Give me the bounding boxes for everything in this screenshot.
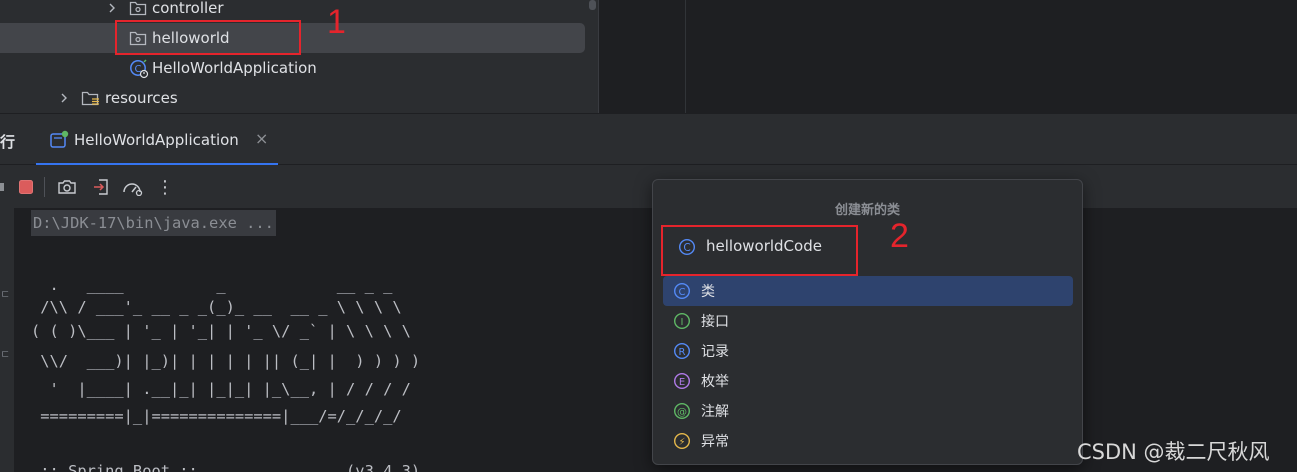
tree-item-label: controller [152, 0, 224, 17]
svg-text:C: C [679, 287, 686, 298]
tree-item-label: HelloWorldApplication [152, 59, 317, 77]
new-class-popup: 创建新的类 C helloworldCode C 类 I 接口 R 记录 E 枚举 @ 注解 ⚡ 异常 [652, 179, 1083, 465]
chevron-right-icon[interactable] [57, 91, 71, 105]
exception-icon: ⚡ [673, 432, 691, 450]
kind-label: 记录 [701, 344, 729, 360]
toolbar-separator [44, 177, 45, 197]
camera-icon[interactable] [55, 175, 79, 199]
annotation-number-1: 1 [327, 3, 346, 41]
gutter-mark: ㄷ [0, 348, 11, 361]
kind-label: 接口 [701, 314, 729, 330]
svg-text:⚡: ⚡ [678, 437, 685, 448]
interface-icon: I [673, 312, 691, 330]
gutter-mark: ㄷ [0, 288, 11, 301]
console-line: =========|_|==============|___/=/_/_/_/ [31, 407, 402, 425]
annotation-box-1 [115, 20, 301, 55]
kind-label: 注解 [701, 404, 729, 420]
spring-boot-class-icon: C [129, 59, 149, 79]
tree-item-label: resources [105, 89, 178, 107]
kind-item-exception[interactable]: ⚡ 异常 [663, 426, 1073, 456]
resources-folder-icon [81, 89, 99, 107]
close-icon[interactable]: × [255, 129, 268, 148]
console-line: :: Spring Boot :: (v3.4.3) [31, 462, 421, 472]
kind-item-annotation[interactable]: @ 注解 [663, 396, 1073, 426]
package-folder-icon [129, 0, 147, 17]
run-panel-title: 行 [0, 133, 16, 151]
tree-item-hello-world-application[interactable]: C HelloWorldApplication [0, 53, 585, 83]
run-console-output[interactable]: ㄷ ㄷ D:\JDK-17\bin\java.exe ... . ____ _ … [0, 208, 1297, 472]
kind-label: 类 [701, 284, 715, 300]
kind-item-record[interactable]: R 记录 [663, 336, 1073, 366]
run-toolbar: ⋮ [0, 165, 1297, 208]
svg-text:I: I [681, 317, 684, 328]
kind-item-enum[interactable]: E 枚举 [663, 366, 1073, 396]
annotation-icon: @ [673, 402, 691, 420]
tree-item-resources[interactable]: resources [0, 83, 585, 113]
stop-icon[interactable] [14, 175, 38, 199]
run-tool-window-header: 行 HelloWorldApplication × [0, 113, 1297, 165]
tab-hello-world-application[interactable]: HelloWorldApplication × [36, 114, 278, 165]
console-line: \\/ ___)| |_)| | | | | || (_| | ) ) ) ) [31, 352, 421, 370]
tab-label: HelloWorldApplication [74, 131, 239, 149]
kind-item-class[interactable]: C类 [663, 276, 1073, 306]
svg-text:@: @ [677, 407, 687, 418]
run-configuration-icon [49, 130, 69, 150]
project-tree: controller helloworld C HelloWorldApplic… [0, 0, 598, 113]
editor-area[interactable] [598, 0, 1297, 113]
scrollbar-thumb[interactable] [589, 0, 596, 10]
more-options-icon[interactable]: ⋮ [153, 175, 177, 199]
annotation-box-2 [661, 225, 858, 276]
class-icon: C [673, 282, 691, 300]
console-line: ' |____| .__|_| |_|_| |_\__, | / / / / [31, 380, 411, 398]
enum-icon: E [673, 372, 691, 390]
editor-gutter-divider [685, 0, 686, 113]
console-command-line[interactable]: D:\JDK-17\bin\java.exe ... [31, 210, 276, 236]
kind-item-interface[interactable]: I 接口 [663, 306, 1073, 336]
console-gutter: ㄷ ㄷ [0, 208, 14, 472]
chevron-right-icon[interactable] [105, 1, 119, 15]
kind-label: 枚举 [701, 374, 729, 390]
popup-title: 创建新的类 [834, 203, 900, 218]
login-exit-icon[interactable] [89, 175, 113, 199]
profiler-gauge-icon[interactable] [121, 175, 145, 199]
console-line: ( ( )\___ | '_ | '_| | '_ \/ _` | \ \ \ … [31, 322, 411, 340]
annotation-number-2: 2 [890, 217, 909, 255]
kind-label: 异常 [701, 434, 729, 450]
tree-scrollbar[interactable] [587, 0, 598, 113]
svg-text:E: E [679, 377, 685, 388]
record-icon: R [673, 342, 691, 360]
watermark: CSDN @裁二尺秋风 [1077, 440, 1270, 464]
svg-text:R: R [679, 347, 686, 358]
